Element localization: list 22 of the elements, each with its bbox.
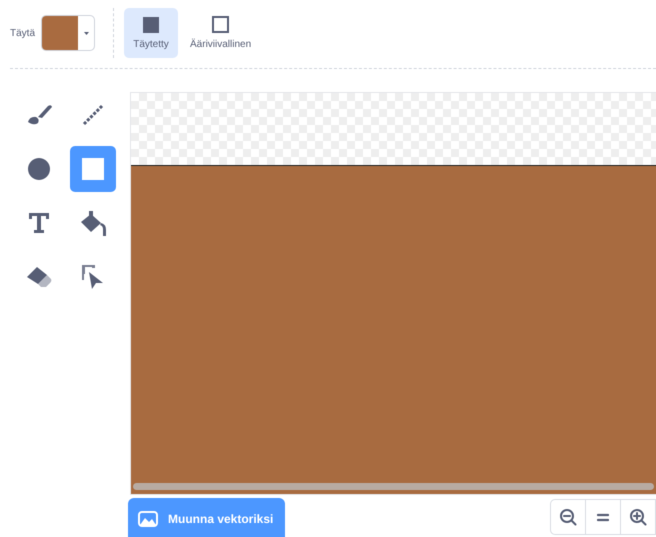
convert-to-vector-button[interactable]: Muunna vektoriksi [128,498,286,537]
image-icon [138,511,158,527]
paint-bucket-icon [79,210,107,236]
fill-color-picker[interactable] [41,15,96,51]
eraser-icon [25,265,53,289]
rectangle-icon [81,157,105,181]
scrollbar[interactable] [133,483,654,490]
circle-icon [27,157,51,181]
fill-label: Täytä [10,28,36,38]
outlined-square-icon [212,16,230,33]
zoom-in-icon [629,508,647,526]
zoom-out-icon [559,508,577,526]
text-tool-icon [28,212,50,234]
paint-canvas[interactable] [130,92,656,495]
equals-icon [597,512,609,522]
line-icon [81,103,105,127]
fill-mode-button[interactable]: Täytetty [124,8,178,58]
fill-mode-button[interactable]: Ääriviivallinen [186,8,256,58]
tool-button[interactable] [70,146,116,192]
filled-square-icon [143,16,160,32]
caret-icon [84,32,89,34]
select-icon [81,264,105,290]
